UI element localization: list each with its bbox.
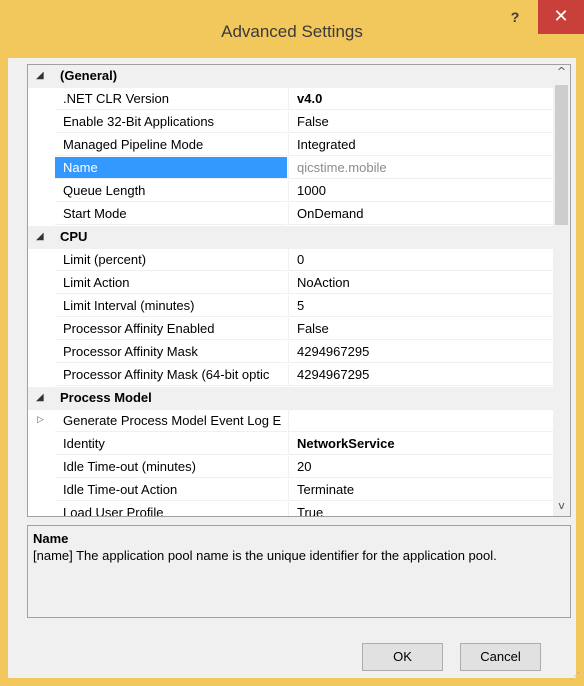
property-name[interactable]: Idle Time-out (minutes) — [55, 456, 287, 478]
property-row[interactable]: Identity NetworkService — [28, 433, 554, 456]
property-row[interactable]: Load User Profile True — [28, 502, 554, 516]
property-row[interactable]: Name qicstime.mobile — [28, 157, 554, 180]
property-name[interactable]: Name — [55, 157, 287, 179]
vertical-scrollbar[interactable]: ^ v — [553, 65, 570, 516]
property-value[interactable]: OnDemand — [288, 203, 554, 225]
category-label: (General) — [60, 68, 118, 83]
property-value[interactable]: NetworkService — [288, 433, 554, 455]
property-row[interactable]: Processor Affinity Mask (64-bit optic 429… — [28, 364, 554, 387]
property-row[interactable]: Processor Affinity Mask 4294967295 — [28, 341, 554, 364]
property-name[interactable]: Idle Time-out Action — [55, 479, 287, 501]
property-name[interactable]: Enable 32-Bit Applications — [55, 111, 287, 133]
property-row[interactable]: Idle Time-out (minutes) 20 — [28, 456, 554, 479]
property-row[interactable]: Limit Interval (minutes) 5 — [28, 295, 554, 318]
property-row[interactable]: Start Mode OnDemand — [28, 203, 554, 226]
property-value[interactable]: 5 — [288, 295, 554, 317]
description-text: [name] The application pool name is the … — [33, 548, 497, 563]
triangle-down-icon[interactable]: ◢ — [36, 70, 44, 81]
property-row[interactable]: Queue Length 1000 — [28, 180, 554, 203]
help-button[interactable]: ? — [504, 9, 526, 29]
property-value[interactable]: 20 — [288, 456, 554, 478]
property-value[interactable]: False — [288, 318, 554, 340]
close-button[interactable]: ✕ — [538, 0, 584, 34]
property-grid: ◢ (General) .NET CLR Version v4.0 Enable 32-… — [27, 64, 571, 517]
property-name[interactable]: Limit Interval (minutes) — [55, 295, 287, 317]
property-name[interactable]: Generate Process Model Event Log E — [55, 410, 287, 432]
triangle-right-icon[interactable]: ▷ — [37, 415, 44, 425]
triangle-down-icon[interactable]: ◢ — [36, 392, 44, 403]
resize-grip-icon[interactable]: ⋰ — [570, 671, 580, 682]
chevron-down-icon[interactable]: v — [553, 499, 570, 516]
category-header[interactable]: ◢ CPU — [28, 226, 554, 249]
property-row[interactable]: ▷ Generate Process Model Event Log E — [28, 410, 554, 433]
property-value[interactable]: 4294967295 — [288, 341, 554, 363]
chevron-up-icon[interactable]: ^ — [553, 65, 570, 82]
dialog-title: Advanced Settings — [221, 22, 363, 41]
property-name[interactable]: Limit Action — [55, 272, 287, 294]
category-header[interactable]: ◢ (General) — [28, 65, 554, 88]
category-label: CPU — [60, 229, 88, 244]
property-row[interactable]: Processor Affinity Enabled False — [28, 318, 554, 341]
property-value[interactable]: Terminate — [288, 479, 554, 501]
property-name[interactable]: Load User Profile — [55, 502, 287, 516]
property-row[interactable]: Limit Action NoAction — [28, 272, 554, 295]
title-bar[interactable]: Advanced Settings ? ✕ — [0, 0, 584, 58]
advanced-settings-dialog: Advanced Settings ? ✕ ◢ (General) .NET CLR… — [0, 0, 584, 686]
property-name[interactable]: Processor Affinity Mask (64-bit optic — [55, 364, 287, 386]
property-name[interactable]: .NET CLR Version — [55, 88, 287, 110]
property-row[interactable]: Limit (percent) 0 — [28, 249, 554, 272]
property-value[interactable]: 0 — [288, 249, 554, 271]
scroll-thumb[interactable] — [555, 85, 568, 225]
property-value[interactable]: v4.0 — [288, 88, 554, 110]
property-row[interactable]: .NET CLR Version v4.0 — [28, 88, 554, 111]
property-name[interactable]: Limit (percent) — [55, 249, 287, 271]
cancel-button[interactable]: Cancel — [460, 643, 541, 671]
property-value[interactable]: qicstime.mobile — [288, 157, 554, 179]
property-value[interactable]: Integrated — [288, 134, 554, 156]
property-value[interactable]: NoAction — [288, 272, 554, 294]
property-value[interactable]: False — [288, 111, 554, 133]
property-name[interactable]: Start Mode — [55, 203, 287, 225]
property-row[interactable]: Managed Pipeline Mode Integrated — [28, 134, 554, 157]
ok-button[interactable]: OK — [362, 643, 443, 671]
property-value[interactable]: True — [288, 502, 554, 516]
description-panel: Name [name] The application pool name is… — [27, 525, 571, 618]
property-name[interactable]: Identity — [55, 433, 287, 455]
property-name[interactable]: Processor Affinity Enabled — [55, 318, 287, 340]
property-name[interactable]: Queue Length — [55, 180, 287, 202]
property-row[interactable]: Enable 32-Bit Applications False — [28, 111, 554, 134]
property-value[interactable]: 4294967295 — [288, 364, 554, 386]
property-name[interactable]: Managed Pipeline Mode — [55, 134, 287, 156]
category-label: Process Model — [60, 390, 152, 405]
property-name[interactable]: Processor Affinity Mask — [55, 341, 287, 363]
property-row[interactable]: Idle Time-out Action Terminate — [28, 479, 554, 502]
triangle-down-icon[interactable]: ◢ — [36, 231, 44, 242]
property-value[interactable] — [288, 410, 554, 432]
description-title: Name — [33, 531, 69, 546]
property-rows: ◢ (General) .NET CLR Version v4.0 Enable 32-… — [28, 65, 554, 516]
property-value[interactable]: 1000 — [288, 180, 554, 202]
category-header[interactable]: ◢ Process Model — [28, 387, 554, 410]
